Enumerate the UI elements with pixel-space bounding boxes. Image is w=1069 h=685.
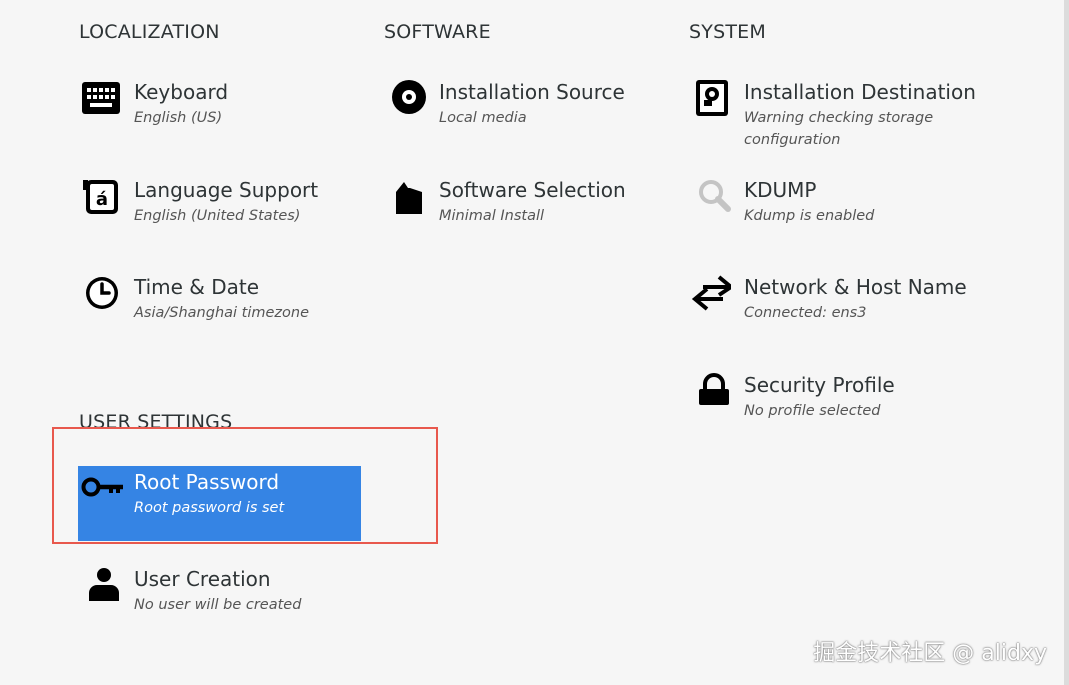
spoke-status: Kdump is enabled	[744, 208, 875, 224]
spoke-language-support[interactable]: á Language Support English (United State…	[79, 178, 379, 248]
spoke-label: Root Password	[134, 470, 280, 494]
spoke-label: Installation Destination	[744, 80, 976, 104]
spoke-status: No profile selected	[744, 403, 881, 419]
disc-icon	[384, 80, 428, 124]
spoke-label: Installation Source	[439, 80, 625, 104]
spoke-status: Minimal Install	[439, 208, 545, 224]
svg-text:á: á	[96, 189, 108, 210]
key-icon	[79, 470, 123, 514]
spoke-status: English (US)	[134, 110, 223, 126]
section-system: SYSTEM	[689, 21, 766, 43]
clock-icon	[79, 275, 123, 319]
spoke-label: Network & Host Name	[744, 275, 967, 299]
spoke-status: Asia/Shanghai timezone	[134, 305, 310, 321]
window-edge	[1064, 0, 1069, 685]
spoke-software-selection[interactable]: Software Selection Minimal Install	[384, 178, 684, 248]
spoke-status: No user will be created	[134, 597, 302, 613]
language-icon: á	[79, 178, 123, 222]
spoke-status: Warning checking storage configuration	[744, 110, 934, 148]
spoke-label: KDUMP	[744, 178, 817, 202]
spoke-label: Keyboard	[134, 80, 229, 104]
spoke-label: Security Profile	[744, 373, 895, 397]
spoke-time-date[interactable]: Time & Date Asia/Shanghai timezone	[79, 275, 379, 345]
watermark: 掘金技术社区 @ alidxy	[813, 641, 1047, 666]
spoke-installation-destination[interactable]: Installation Destination Warning checkin…	[689, 80, 989, 160]
spoke-network-host[interactable]: Network & Host Name Connected: ens3	[689, 275, 989, 345]
spoke-status: Root password is set	[134, 500, 285, 516]
spoke-installation-source[interactable]: Installation Source Local media	[384, 80, 684, 150]
spoke-label: Time & Date	[134, 275, 260, 299]
spoke-label: Software Selection	[439, 178, 626, 202]
lock-icon	[689, 373, 733, 417]
section-software: SOFTWARE	[384, 21, 491, 43]
spoke-keyboard[interactable]: Keyboard English (US)	[79, 80, 379, 150]
spoke-security-profile[interactable]: Security Profile No profile selected	[689, 373, 989, 443]
network-arrows-icon	[689, 275, 733, 319]
spoke-status: Local media	[439, 110, 527, 126]
spoke-status: Connected: ens3	[744, 305, 867, 321]
spoke-user-creation[interactable]: User Creation No user will be created	[79, 567, 379, 637]
magnifier-icon	[689, 178, 733, 222]
section-localization: LOCALIZATION	[79, 21, 220, 43]
disk-icon	[689, 80, 733, 124]
user-icon	[79, 567, 123, 611]
spoke-kdump[interactable]: KDUMP Kdump is enabled	[689, 178, 989, 248]
keyboard-icon	[79, 80, 123, 124]
package-icon	[384, 178, 428, 222]
spoke-label: Language Support	[134, 178, 319, 202]
spoke-label: User Creation	[134, 567, 271, 591]
spoke-root-password[interactable]: Root Password Root password is set	[79, 470, 379, 540]
spoke-status: English (United States)	[134, 208, 301, 224]
